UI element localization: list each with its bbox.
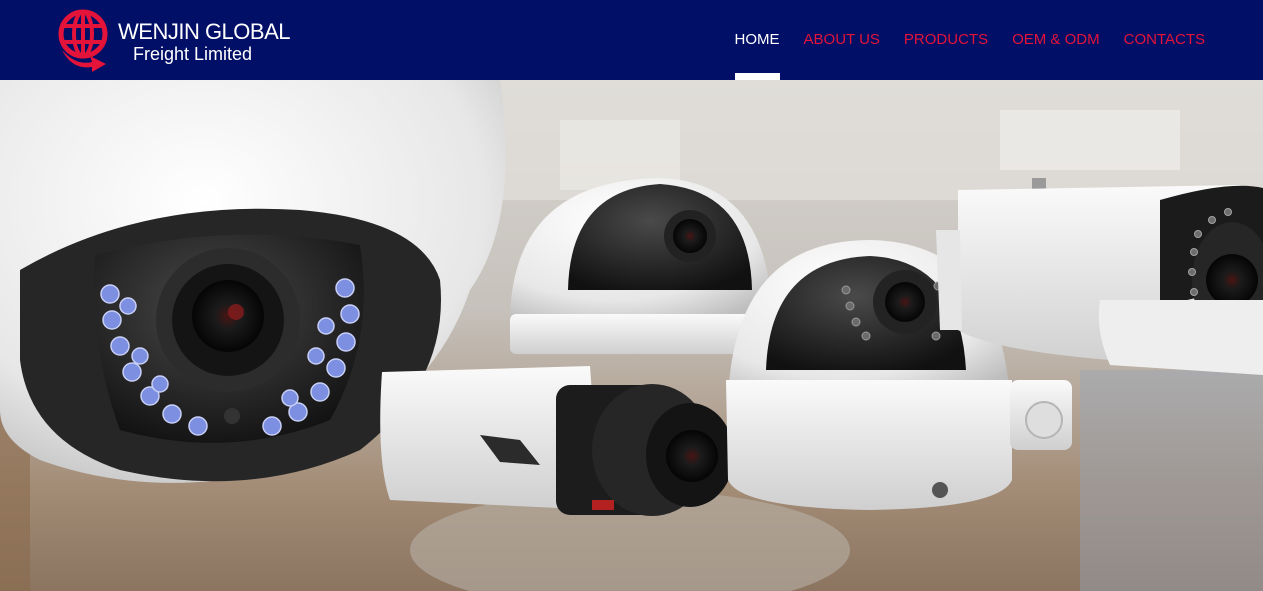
- logo[interactable]: WENJIN GLOBAL Freight Limited: [56, 6, 290, 74]
- brand-name: WENJIN GLOBAL: [118, 19, 290, 44]
- nav-home[interactable]: HOME: [723, 0, 792, 80]
- hero-banner: [0, 80, 1263, 591]
- security-cameras-image: [0, 80, 1263, 591]
- nav-oem-odm[interactable]: OEM & ODM: [1000, 0, 1112, 80]
- globe-arrow-icon: [58, 9, 108, 72]
- brand-subtitle: Freight Limited: [133, 44, 253, 64]
- site-header: WENJIN GLOBAL Freight Limited HOME ABOUT…: [0, 0, 1263, 80]
- nav-about-us[interactable]: ABOUT US: [792, 0, 892, 80]
- nav-contacts[interactable]: CONTACTS: [1112, 0, 1217, 80]
- main-nav: HOME ABOUT US PRODUCTS OEM & ODM CONTACT…: [723, 0, 1217, 80]
- nav-products[interactable]: PRODUCTS: [892, 0, 1000, 80]
